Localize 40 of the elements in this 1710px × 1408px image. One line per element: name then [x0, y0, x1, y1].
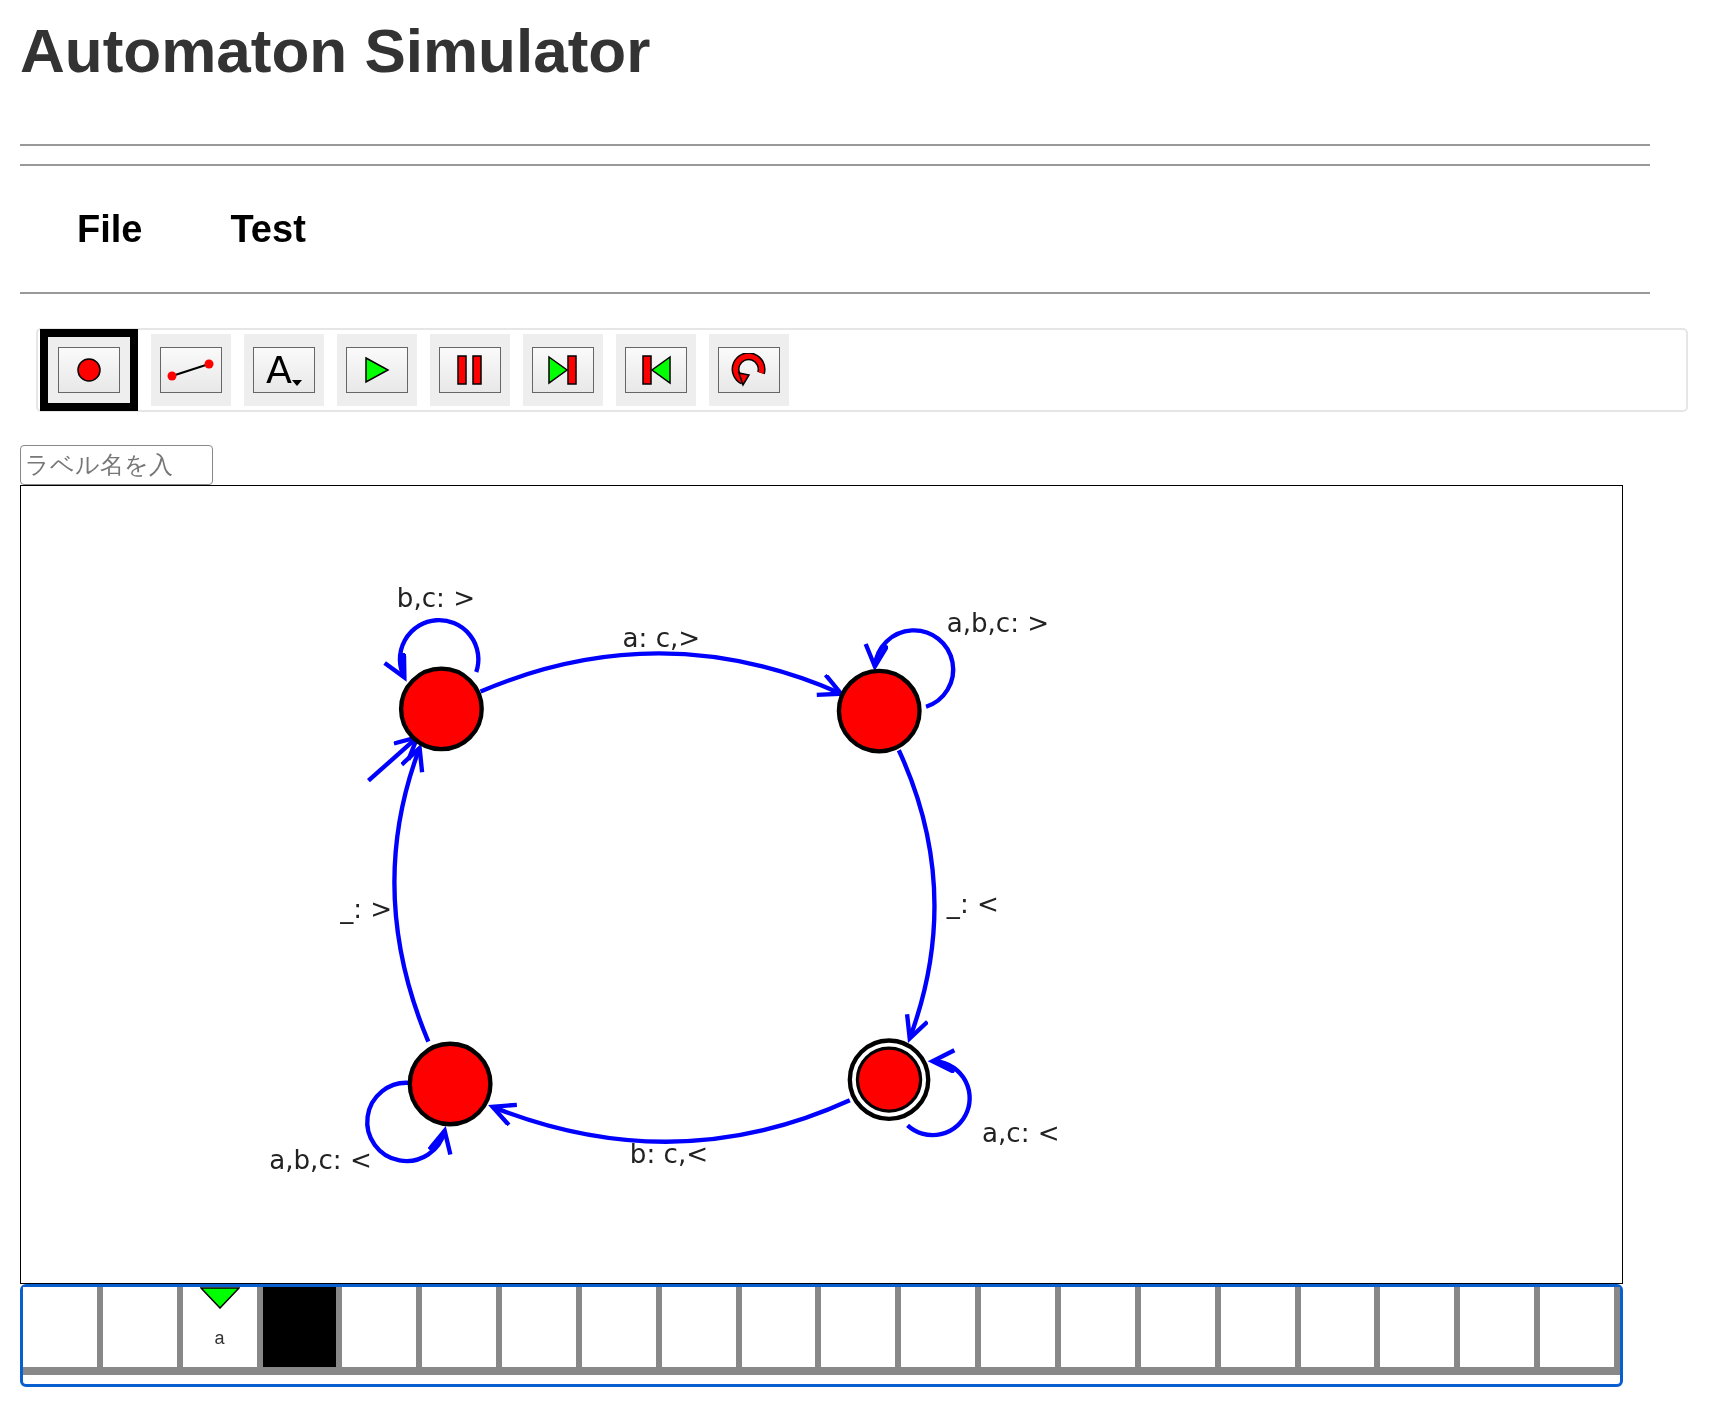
step-back-icon — [640, 355, 672, 385]
menu-item[interactable]: File — [77, 207, 143, 251]
transition-label: a,b,c: > — [946, 607, 1050, 638]
transition-arrow[interactable] — [490, 1098, 851, 1144]
label-tool-button[interactable]: A — [244, 334, 324, 406]
transition-label: b,c: > — [396, 582, 476, 613]
step-forward-icon — [547, 355, 579, 385]
transition-arrow[interactable] — [392, 745, 431, 1043]
state-tool-button[interactable] — [40, 329, 138, 411]
play-icon — [364, 356, 390, 384]
menu-item[interactable]: Test — [230, 207, 306, 251]
transition-arrow[interactable] — [383, 618, 481, 680]
line-icon — [166, 358, 216, 382]
state-node[interactable] — [407, 1041, 493, 1127]
state-node[interactable] — [398, 666, 484, 752]
circle-icon — [76, 357, 102, 383]
pause-icon — [456, 355, 484, 385]
pause-tool-button[interactable] — [430, 334, 510, 406]
transition-tool-button[interactable] — [151, 334, 231, 406]
page-title: Automaton Simulator — [20, 15, 652, 87]
transition-label: b: c,< — [629, 1139, 709, 1170]
caret-icon — [292, 380, 302, 386]
label-name-field[interactable]: ラベル名を入 — [20, 445, 213, 485]
tape-symbol: a — [214, 1327, 225, 1349]
transition-label: a,b,c: < — [269, 1144, 372, 1175]
transition-label: _: > — [340, 893, 393, 924]
accepting-state-node[interactable] — [847, 1038, 931, 1121]
step-back-tool-button[interactable] — [616, 334, 696, 406]
step-forward-tool-button[interactable] — [523, 334, 603, 406]
reset-tool-button[interactable] — [709, 334, 789, 406]
reset-icon — [731, 353, 767, 387]
transition-arrow[interactable] — [906, 1049, 972, 1138]
transition-arrow[interactable] — [896, 749, 937, 1041]
transition-arrow[interactable] — [479, 651, 844, 698]
state-node[interactable] — [836, 668, 922, 754]
text-tool-glyph: A — [266, 350, 292, 390]
transition-label: _: < — [946, 889, 999, 920]
transition-label: a: c,> — [622, 622, 701, 653]
transition-label: a,c: < — [981, 1117, 1060, 1148]
play-tool-button[interactable] — [337, 334, 417, 406]
